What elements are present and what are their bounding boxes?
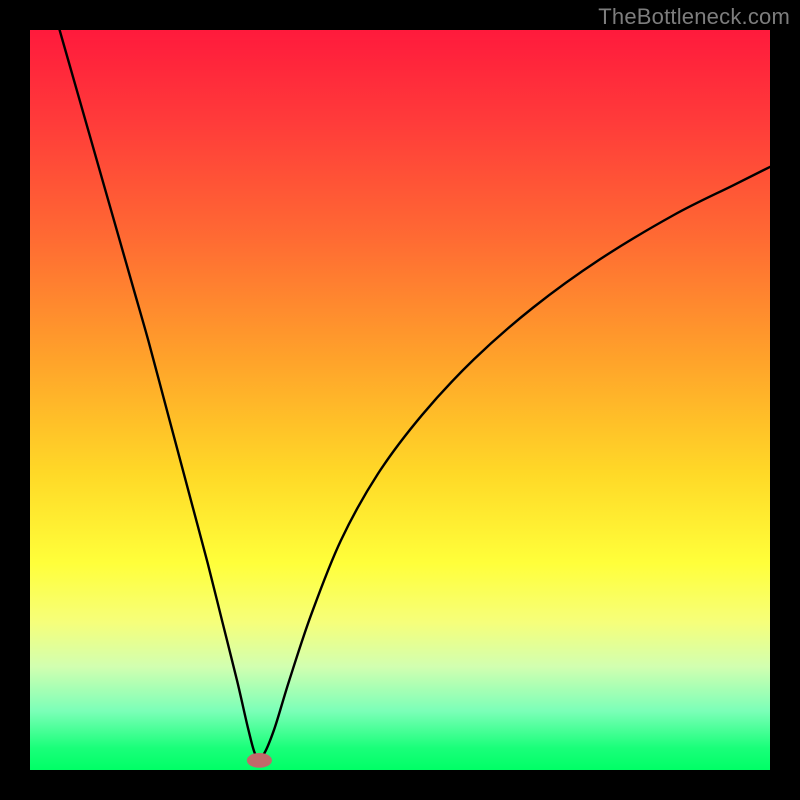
chart-frame: TheBottleneck.com: [0, 0, 800, 800]
curve-layer: [30, 30, 770, 770]
plot-area: [30, 30, 770, 770]
watermark-text: TheBottleneck.com: [598, 4, 790, 30]
bottleneck-curve: [60, 30, 770, 758]
cusp-marker: [247, 753, 272, 768]
